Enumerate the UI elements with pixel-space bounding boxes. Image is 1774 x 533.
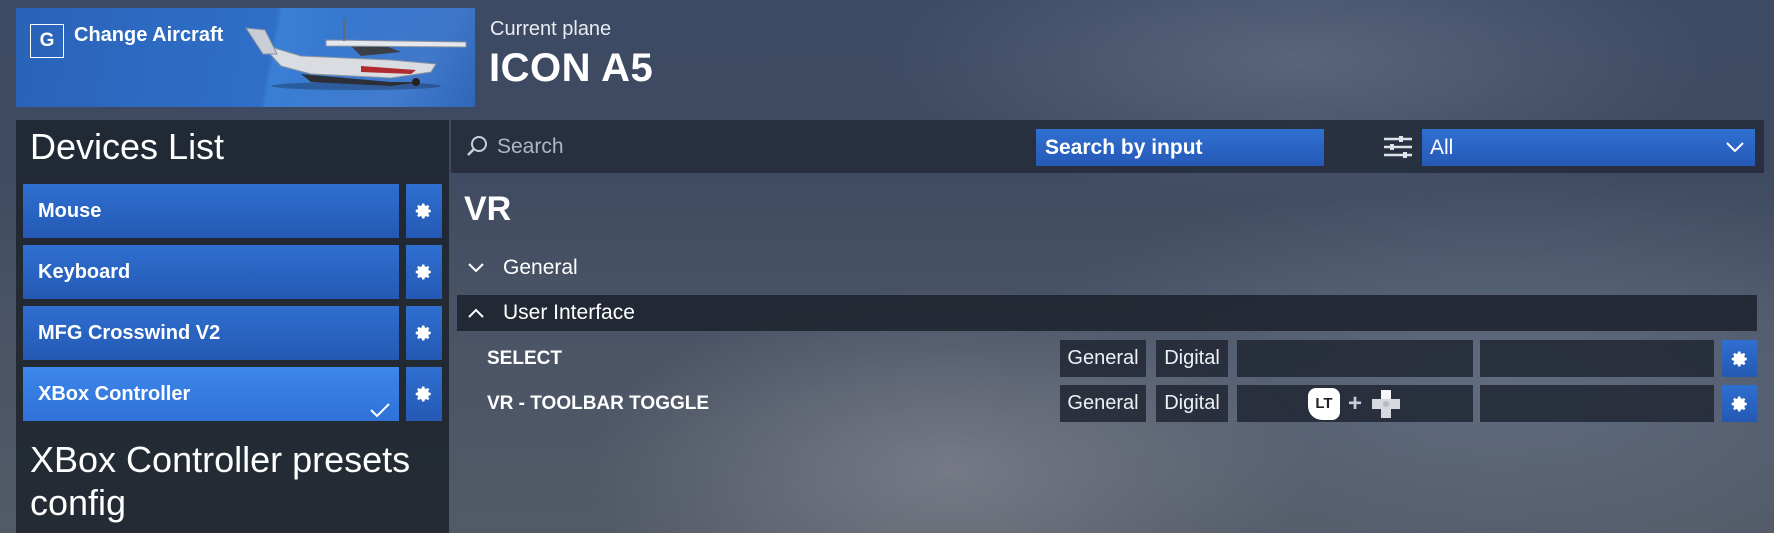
device-settings-button[interactable] (406, 306, 442, 360)
keybind-badge: G (30, 24, 64, 58)
category-user-interface[interactable]: User Interface (457, 295, 1757, 331)
checkmark-icon (370, 403, 390, 418)
search-by-input-button[interactable]: Search by input (1036, 129, 1324, 166)
device-label: MFG Crosswind V2 (38, 321, 221, 344)
input-slot-1[interactable]: LT + (1237, 385, 1473, 422)
action-label: SELECT (487, 348, 562, 369)
device-mfg-crosswind-button[interactable]: MFG Crosswind V2 (23, 306, 399, 360)
device-label: Keyboard (38, 260, 131, 283)
type-cell: Digital (1156, 340, 1228, 377)
binding-row: SELECT General Digital (457, 338, 1757, 378)
lt-trigger-icon: LT (1307, 387, 1340, 420)
binding-settings-button[interactable] (1722, 385, 1757, 422)
device-label: XBox Controller (38, 382, 191, 405)
chevron-down-icon (468, 263, 484, 273)
context-cell: General (1060, 385, 1146, 422)
action-label: VR - TOOLBAR TOGGLE (487, 393, 710, 414)
gear-icon (415, 203, 431, 219)
chevron-up-icon (468, 308, 484, 318)
gear-icon (415, 386, 431, 402)
gear-icon (1731, 351, 1747, 366)
change-aircraft-label: Change Aircraft (74, 24, 224, 46)
chevron-down-icon (1726, 142, 1744, 153)
search-toolbar: Search by input All (451, 120, 1764, 173)
preset-config-title: XBox Controller presets config (30, 439, 411, 523)
plus-sign: + (1347, 389, 1362, 417)
device-mouse-button[interactable]: Mouse (23, 184, 399, 238)
device-settings-button[interactable] (406, 184, 442, 238)
device-xbox-controller-button[interactable]: XBox Controller (23, 367, 399, 421)
category-general[interactable]: General (457, 250, 1757, 286)
change-aircraft-button[interactable]: G Change Aircraft (16, 8, 475, 107)
filter-dropdown[interactable]: All (1422, 129, 1755, 166)
device-settings-button[interactable] (406, 245, 442, 299)
category-label: General (503, 256, 578, 279)
current-plane-caption: Current plane (490, 18, 612, 40)
section-title: VR (464, 190, 512, 228)
device-settings-button[interactable] (406, 367, 442, 421)
devices-panel: Devices List Mouse Keyboard MFG Crosswin… (16, 120, 449, 533)
aircraft-image (245, 18, 467, 90)
input-slot-2[interactable] (1480, 385, 1714, 422)
devices-list-title: Devices List (30, 126, 225, 167)
dpad-icon (1372, 389, 1400, 418)
type-cell: Digital (1156, 385, 1228, 422)
device-keyboard-button[interactable]: Keyboard (23, 245, 399, 299)
binding-row: VR - TOOLBAR TOGGLE General Digital LT + (457, 383, 1757, 423)
device-label: Mouse (38, 199, 102, 222)
input-slot-2[interactable] (1480, 340, 1714, 377)
gear-icon (415, 325, 431, 341)
input-slot-1[interactable] (1237, 340, 1473, 377)
gear-icon (1731, 396, 1747, 411)
context-cell: General (1060, 340, 1146, 377)
binding-settings-button[interactable] (1722, 340, 1757, 377)
filter-settings-icon[interactable] (1383, 136, 1413, 158)
filter-selected-value: All (1430, 135, 1454, 159)
gear-icon (415, 264, 431, 280)
plane-name: ICON A5 (489, 46, 654, 90)
search-input[interactable] (463, 127, 1079, 167)
category-label: User Interface (503, 301, 635, 324)
